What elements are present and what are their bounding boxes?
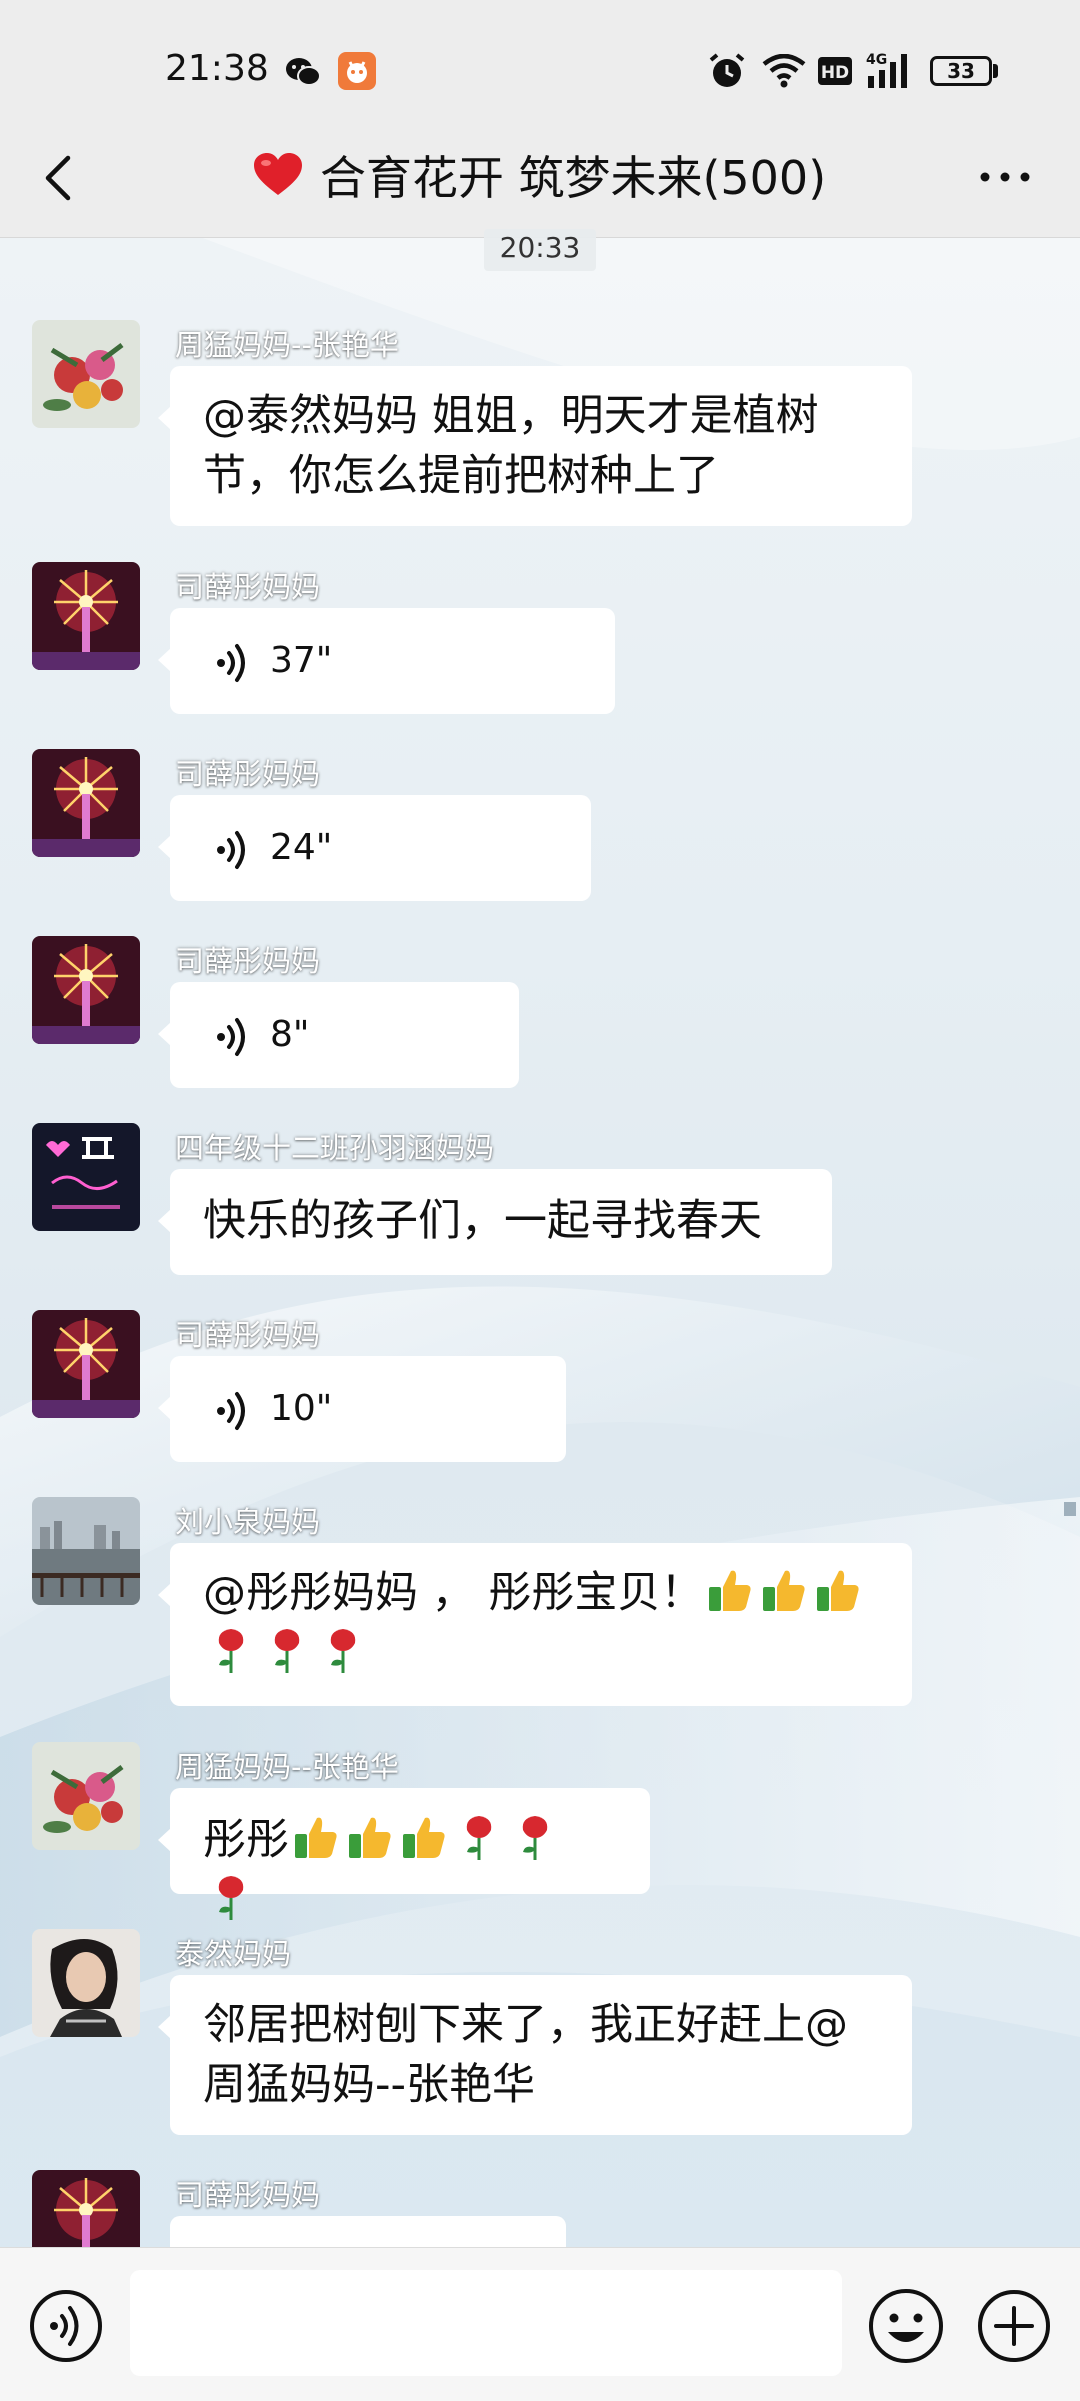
avatar-neon-sign-image [32,1123,140,1231]
thumbs-up-emoji-icon [817,1570,859,1611]
voice-message-bubble[interactable]: 24" [158,795,591,901]
message-bubble[interactable]: 快乐的孩子们，一起寻找春天 [158,1169,832,1275]
sender-name: 四年级十二班孙羽涵妈妈 [175,1131,495,1165]
voice-duration: 24" [270,827,333,868]
voice-message-bubble[interactable]: 8" [158,982,519,1088]
chat-header: 合育花开 筑梦未来(500) [0,120,1080,238]
voice-duration: 8" [270,1014,310,1055]
message-bubble[interactable]: 彤彤 [158,1788,650,1920]
sender-name: 泰然妈妈 [175,1937,292,1971]
avatar-fireworks-image [32,2170,140,2247]
rose-emoji-icon [330,1629,356,1673]
message-text-line: 邻居把树刨下来了，我正好赶上@ [203,2000,848,2050]
message-timestamp: 20:33 [484,229,596,271]
more-dots-icon[interactable] [975,162,1035,192]
message-bubble[interactable]: @泰然妈妈 姐姐，明天才是植树 节，你怎么提前把树种上了 [158,366,912,526]
scroll-indicator[interactable] [1064,1502,1076,1516]
voice-duration: 37" [270,640,333,681]
avatar-peony-image [32,1742,140,1850]
avatar[interactable] [32,1310,140,1418]
avatar-fireworks-image [32,1310,140,1418]
message-text-line: 节，你怎么提前把树种上了 [203,451,719,501]
red-heart-icon [253,153,302,195]
svg-text:4G: 4G [866,52,887,68]
avatar-fireworks-image [32,749,140,857]
message-bubble[interactable]: 邻居把树刨下来了，我正好赶上@ 周猛妈妈--张艳华 [158,1975,912,2135]
avatar[interactable] [32,1123,140,1231]
voice-message-bubble[interactable] [170,2216,566,2247]
message-bubble[interactable]: @彤彤妈妈 ， 彤彤宝贝！ [158,1543,912,1706]
avatar-portrait-image [32,1929,140,2037]
avatar[interactable] [32,562,140,670]
thumbs-up-emoji-icon [709,1570,751,1611]
thumbs-up-emoji-icon [295,1817,337,1858]
rose-emoji-icon [218,1629,244,1673]
voice-message-bubble[interactable]: 10" [158,1356,566,1462]
avatar-peony-image [32,320,140,428]
rose-emoji-icon [522,1816,548,1860]
hd-icon: HD [818,57,852,85]
chat-title-text: 合育花开 筑梦未来(500) [319,151,827,205]
battery-tip [993,64,998,78]
message-text-line: 周猛妈妈--张艳华 [203,2060,536,2110]
avatar[interactable] [32,1742,140,1850]
avatar-fireworks-image [32,562,140,670]
rose-emoji-icon [274,1629,300,1673]
rose-emoji-icon [466,1816,492,1860]
battery-icon: 33 [930,56,992,86]
sender-name: 司薛彤妈妈 [175,2178,321,2212]
message-text-line: 彤彤 [203,1815,289,1865]
voice-message-bubble[interactable]: 37" [158,608,615,714]
thumbs-up-emoji-icon [403,1817,445,1858]
signal-4g-icon: 4G [866,52,907,88]
svg-text:HD: HD [821,63,849,83]
sender-name: 周猛妈妈--张艳华 [175,328,399,362]
status-time: 21:38 [165,48,269,89]
emoji-icon[interactable] [866,2286,946,2366]
sender-name: 司薛彤妈妈 [175,757,321,791]
message-text-line: @彤彤妈妈 ， 彤彤宝贝！ [203,1568,704,1618]
app-notification-icon [338,52,376,90]
message-text-line: @泰然妈妈 姐姐，明天才是植树 [203,391,819,441]
sender-name: 司薛彤妈妈 [175,1318,321,1352]
avatar[interactable] [32,1497,140,1605]
sender-name: 刘小泉妈妈 [175,1505,321,1539]
thumbs-up-emoji-icon [763,1570,805,1611]
avatar[interactable] [32,936,140,1044]
wifi-icon [762,54,806,88]
avatar-lake-image [32,1497,140,1605]
thumbs-up-emoji-icon [349,1817,391,1858]
avatar[interactable] [32,2170,140,2247]
message-text-line: 快乐的孩子们，一起寻找春天 [203,1196,762,1246]
sender-name: 司薛彤妈妈 [175,570,321,604]
sender-name: 周猛妈妈--张艳华 [175,1750,399,1784]
voice-wave-icon [217,831,245,869]
avatar[interactable] [32,320,140,428]
voice-wave-icon [217,1018,245,1056]
avatar-fireworks-image [32,936,140,1044]
voice-wave-icon [217,1392,245,1430]
alarm-icon [709,53,745,87]
message-item: 司薛彤妈妈 [0,2170,1080,2247]
voice-duration: 10" [270,1388,333,1429]
plus-icon[interactable] [976,2288,1052,2364]
sender-name: 司薛彤妈妈 [175,944,321,978]
wechat-icon [286,58,321,86]
chat-title[interactable]: 合育花开 筑梦未来(500) [0,142,1080,208]
avatar[interactable] [32,749,140,857]
voice-wave-icon [217,644,245,682]
status-bar: 21:38 HD 4G 33 [0,0,1080,140]
rose-emoji-icon [218,1876,244,1920]
voice-toggle-icon[interactable] [28,2288,104,2364]
input-bar [0,2247,1080,2401]
avatar[interactable] [32,1929,140,2037]
message-input[interactable] [130,2270,842,2376]
